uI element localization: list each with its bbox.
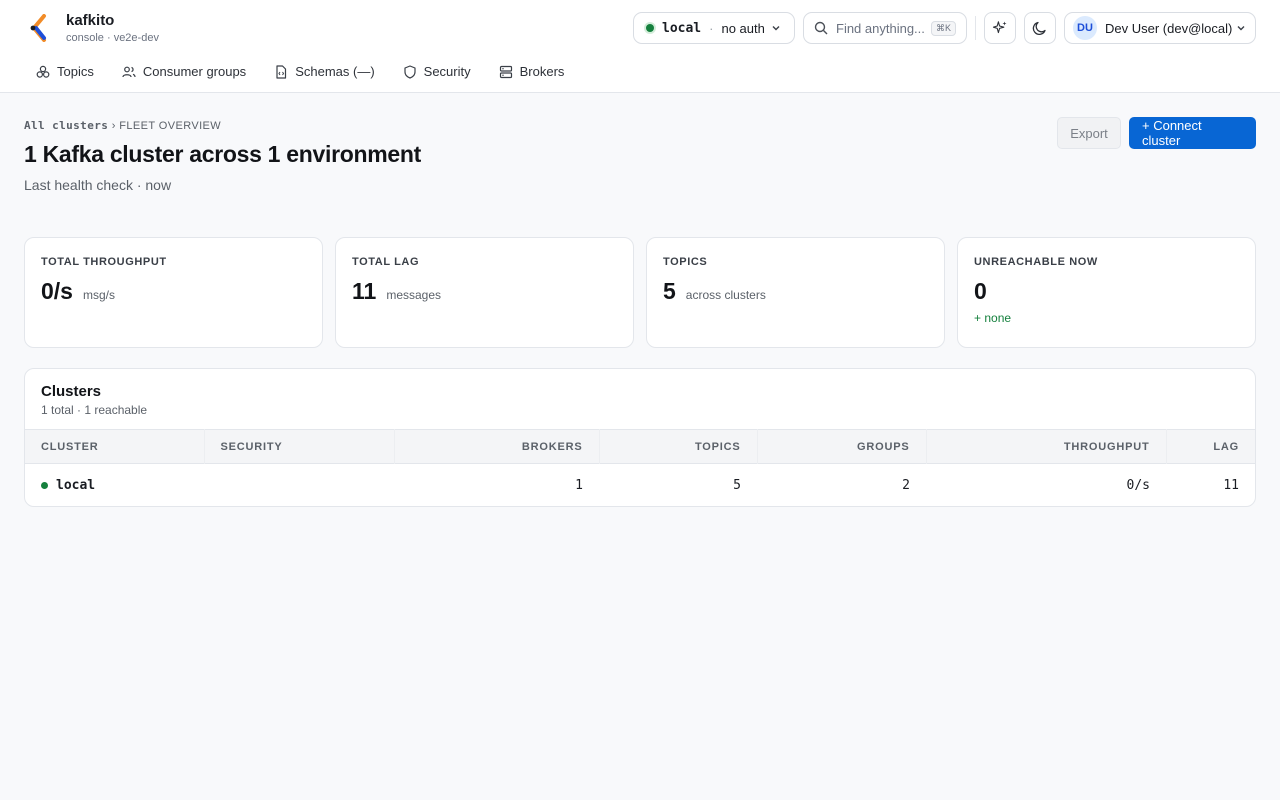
cell-topics: 5 bbox=[733, 477, 741, 493]
app-header: kafkito console · ve2e-dev local · no au… bbox=[0, 0, 1280, 93]
nav-topics[interactable]: Topics bbox=[36, 64, 94, 79]
stat-value: 0 bbox=[974, 278, 987, 304]
avatar: DU bbox=[1073, 16, 1097, 40]
chevron-down-icon bbox=[772, 26, 780, 31]
cell-brokers: 1 bbox=[575, 477, 583, 493]
stat-card-lag: TOTAL LAG 11 messages bbox=[335, 237, 634, 348]
user-menu[interactable]: DU Dev User (dev@local) bbox=[1064, 12, 1256, 44]
cluster-selector-name: local bbox=[662, 20, 702, 36]
stat-delta: + none bbox=[974, 311, 1012, 325]
column-header-cluster[interactable]: CLUSTER bbox=[25, 430, 204, 464]
breadcrumb-root[interactable]: All clusters bbox=[24, 119, 108, 132]
nav-schemas[interactable]: Schemas (—) bbox=[274, 64, 375, 79]
cluster-selector-auth: no auth bbox=[721, 20, 765, 36]
stats-row: TOTAL THROUGHPUT 0/s msg/s TOTAL LAG 11 … bbox=[24, 237, 1256, 348]
clusters-panel: Clusters 1 total · 1 reachable CLUSTER S… bbox=[24, 368, 1256, 507]
page-title: 1 Kafka cluster across 1 environment bbox=[24, 141, 421, 167]
nav-brokers-label: Brokers bbox=[519, 64, 565, 79]
table-row[interactable]: local 1 5 2 0/s 11 bbox=[25, 464, 1255, 507]
cell-throughput: 0/s bbox=[1126, 477, 1150, 493]
stat-unit: messages bbox=[386, 288, 442, 302]
stat-label: TOTAL LAG bbox=[352, 256, 420, 268]
connect-cluster-button[interactable]: + Connect cluster bbox=[1129, 117, 1256, 149]
nav-topics-label: Topics bbox=[57, 64, 94, 79]
brand-name: kafkito bbox=[66, 12, 115, 29]
stat-card-topics: TOPICS 5 across clusters bbox=[646, 237, 945, 348]
stat-card-throughput: TOTAL THROUGHPUT 0/s msg/s bbox=[24, 237, 323, 348]
theme-toggle-button[interactable] bbox=[1024, 12, 1056, 44]
stat-value: 0/s bbox=[41, 278, 73, 304]
cluster-selector-separator: · bbox=[709, 20, 714, 36]
stat-card-unreachable: UNREACHABLE NOW 0 + none bbox=[957, 237, 1256, 348]
cell-security bbox=[204, 464, 394, 507]
column-header-groups[interactable]: GROUPS bbox=[756, 429, 926, 464]
cluster-status-dot bbox=[646, 24, 654, 32]
stat-label: TOTAL THROUGHPUT bbox=[41, 256, 167, 268]
table-header-row: CLUSTER SECURITY BROKERS TOPICS GROUPS T… bbox=[25, 429, 1255, 464]
sparkles-icon bbox=[992, 21, 1007, 34]
shield-icon bbox=[404, 64, 416, 79]
clusters-panel-title: Clusters bbox=[41, 383, 102, 400]
cell-lag: 11 bbox=[1223, 477, 1239, 493]
nav-consumer-groups[interactable]: Consumer groups bbox=[122, 64, 246, 79]
topics-icon bbox=[36, 65, 50, 78]
column-header-topics[interactable]: TOPICS bbox=[598, 429, 757, 464]
nav-security-label: Security bbox=[423, 64, 471, 79]
breadcrumb: All clusters › FLEET OVERVIEW bbox=[24, 119, 221, 132]
nav-security[interactable]: Security bbox=[403, 64, 471, 79]
clusters-table: CLUSTER SECURITY BROKERS TOPICS GROUPS T… bbox=[25, 429, 1255, 507]
page-actions: Export + Connect cluster bbox=[1057, 117, 1256, 149]
search-shortcut: ⌘K bbox=[930, 20, 956, 36]
stat-label: UNREACHABLE NOW bbox=[974, 256, 1098, 268]
nav-schemas-label: Schemas (—) bbox=[295, 64, 375, 79]
cluster-name: local bbox=[56, 478, 96, 494]
stat-value: 11 bbox=[352, 278, 377, 304]
column-header-brokers[interactable]: BROKERS bbox=[393, 429, 599, 464]
cluster-selector[interactable]: local · no auth bbox=[633, 12, 795, 44]
cluster-status-dot bbox=[41, 482, 48, 490]
file-code-icon bbox=[276, 64, 287, 79]
ai-assistant-button[interactable] bbox=[984, 12, 1016, 44]
column-header-security[interactable]: SECURITY bbox=[203, 429, 394, 464]
nav-consumer-groups-label: Consumer groups bbox=[142, 64, 247, 79]
export-button[interactable]: Export bbox=[1057, 117, 1121, 149]
kafkito-logo-icon bbox=[30, 14, 46, 42]
stat-unit: msg/s bbox=[82, 288, 115, 302]
chevron-down-icon bbox=[1237, 26, 1245, 31]
stat-unit: across clusters bbox=[685, 288, 766, 302]
breadcrumb-current: FLEET OVERVIEW bbox=[119, 120, 222, 132]
brand[interactable]: kafkito console · ve2e-dev bbox=[28, 12, 159, 44]
column-header-throughput[interactable]: THROUGHPUT bbox=[925, 429, 1166, 464]
cell-groups: 2 bbox=[902, 477, 910, 493]
main-nav: Topics Consumer groups Schemas (—) Secur… bbox=[36, 64, 592, 79]
users-icon bbox=[122, 66, 136, 77]
clusters-panel-subtitle: 1 total · 1 reachable bbox=[41, 403, 148, 417]
stat-label: TOPICS bbox=[663, 256, 708, 268]
breadcrumb-separator: › bbox=[111, 120, 116, 132]
cell-cluster[interactable]: local bbox=[25, 464, 204, 507]
search-input[interactable]: Find anything... ⌘K bbox=[803, 12, 967, 44]
toolbar-divider bbox=[975, 16, 976, 40]
page-subtitle: Last health check · now bbox=[24, 177, 172, 193]
search-icon bbox=[814, 21, 828, 35]
column-header-lag[interactable]: LAG bbox=[1165, 429, 1255, 464]
brand-subtitle: console · ve2e-dev bbox=[66, 32, 159, 44]
stat-value: 5 bbox=[663, 278, 676, 304]
search-placeholder: Find anything... bbox=[836, 20, 925, 36]
moon-icon bbox=[1032, 21, 1046, 35]
server-icon bbox=[499, 65, 512, 78]
user-label: Dev User (dev@local) bbox=[1105, 20, 1233, 36]
nav-brokers[interactable]: Brokers bbox=[499, 64, 565, 79]
